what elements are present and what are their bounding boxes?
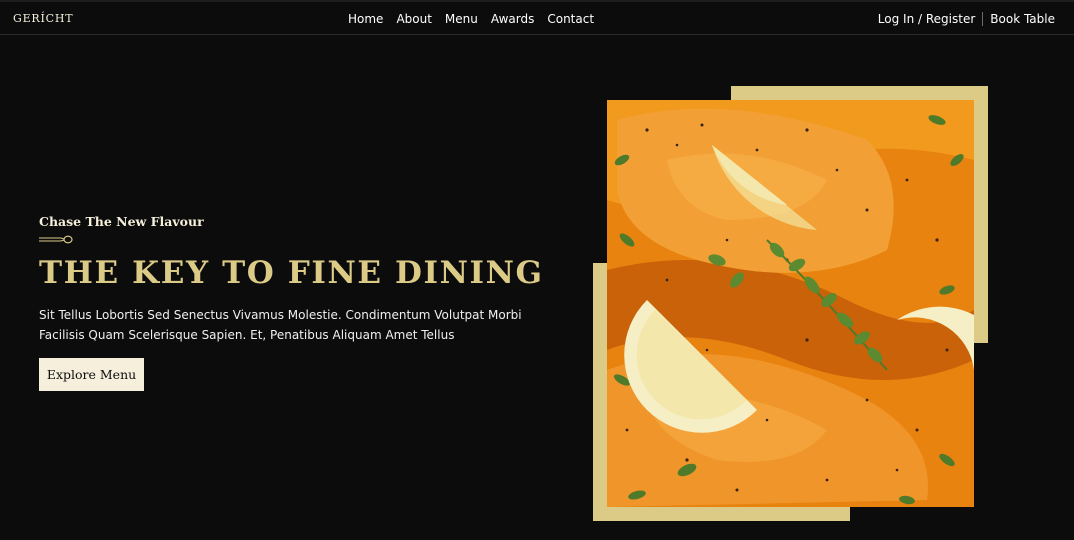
hero-title: THE KEY TO FINE DINING	[39, 255, 544, 291]
login-register-link[interactable]: Log In / Register	[878, 12, 975, 26]
nav-link-home[interactable]: Home	[348, 12, 383, 26]
hero-food-image	[607, 100, 974, 507]
book-table-link[interactable]: Book Table	[990, 12, 1055, 26]
nav-link-menu[interactable]: Menu	[445, 12, 478, 26]
navbar: GERÍCHT Home About Menu Awards Contact L…	[0, 0, 1074, 35]
hero-subtitle: Chase The New Flavour	[39, 214, 204, 229]
spoon-icon	[39, 235, 73, 244]
brand-logo[interactable]: GERÍCHT	[13, 12, 73, 25]
hero-content: Chase The New Flavour THE KEY TO FINE DI…	[39, 214, 549, 391]
nav-links: Home About Menu Awards Contact	[348, 12, 594, 26]
explore-menu-button[interactable]: Explore Menu	[39, 358, 144, 391]
nav-account: Log In / Register Book Table	[878, 12, 1055, 26]
nav-divider	[982, 12, 984, 26]
nav-link-awards[interactable]: Awards	[491, 12, 534, 26]
hero-description: Sit Tellus Lobortis Sed Senectus Vivamus…	[39, 308, 522, 342]
nav-link-contact[interactable]: Contact	[547, 12, 594, 26]
nav-link-about[interactable]: About	[396, 12, 431, 26]
